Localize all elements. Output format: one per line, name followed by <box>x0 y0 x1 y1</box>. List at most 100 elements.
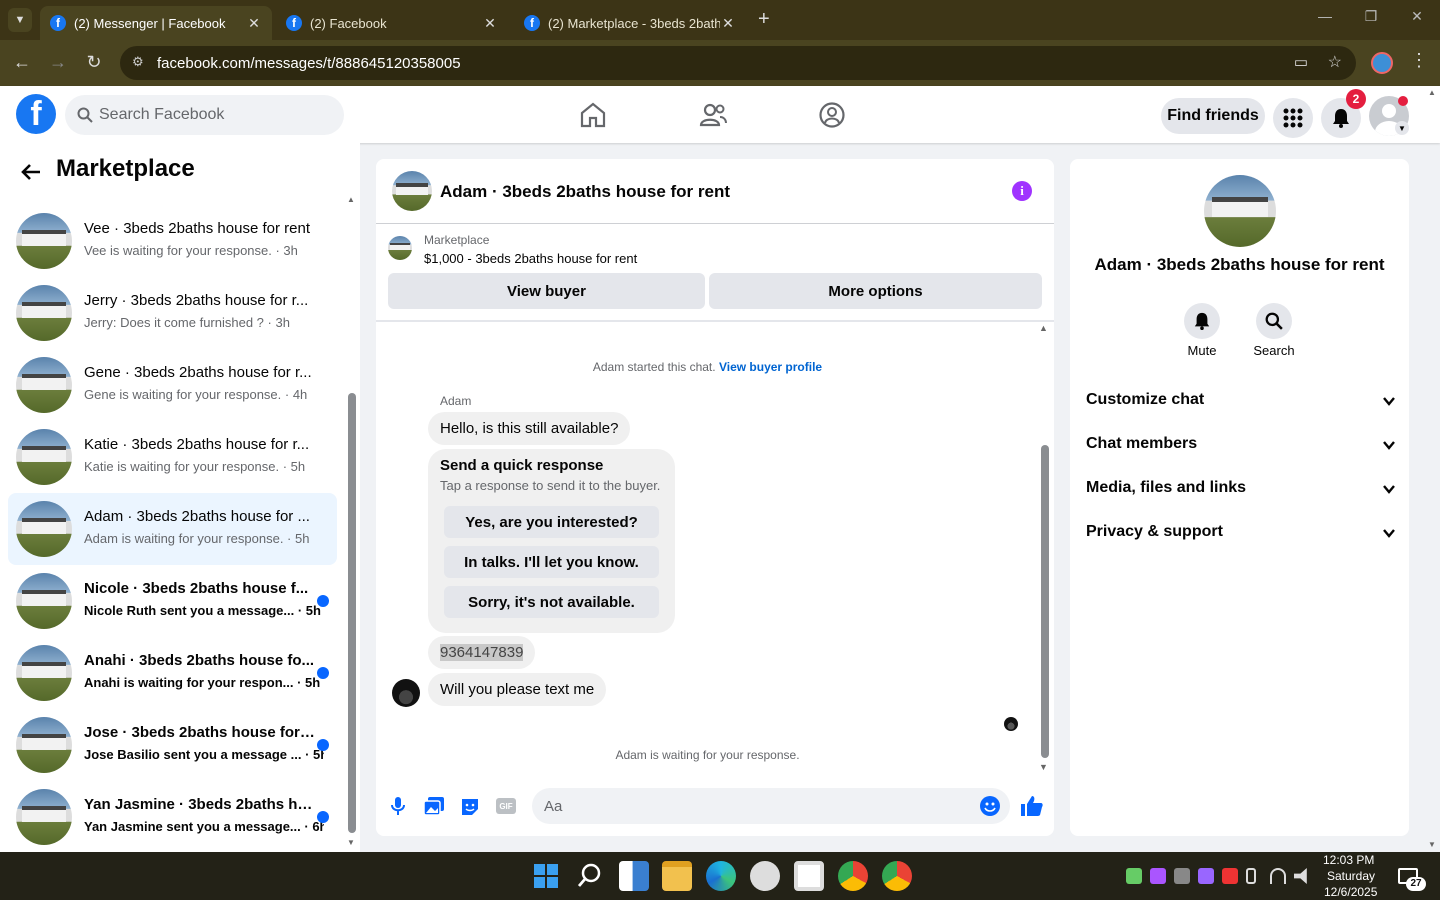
conversation-item[interactable]: Katie · 3beds 2baths house for r... Katie… <box>8 421 337 493</box>
battery-icon[interactable] <box>1246 868 1256 884</box>
photo-icon[interactable] <box>424 797 444 815</box>
back-icon[interactable]: ← <box>10 52 34 73</box>
customize-chat-row[interactable]: Customize chat <box>1086 391 1396 409</box>
conversation-item[interactable]: Yan Jasmine · 3beds 2baths ho... Yan Jasm… <box>8 781 337 852</box>
search-input[interactable]: Search Facebook <box>65 95 344 135</box>
clock-date[interactable]: 12/6/2025 <box>1324 885 1377 899</box>
close-tab-icon[interactable]: ✕ <box>482 15 498 32</box>
chat-scrollbar[interactable] <box>1041 445 1049 758</box>
store-icon[interactable] <box>794 861 824 891</box>
message-bubble[interactable]: 9364147839 <box>428 636 536 669</box>
scrollbar-down-icon[interactable]: ▼ <box>1039 762 1048 772</box>
tab-search-dropdown-icon[interactable]: ▼ <box>8 8 32 32</box>
close-window-icon[interactable]: ✕ <box>1402 8 1432 25</box>
conversation-item[interactable]: Jerry · 3beds 2baths house for r... Jerry… <box>8 277 337 349</box>
app-icon[interactable] <box>750 861 780 891</box>
facebook-logo-icon[interactable]: f <box>16 94 56 134</box>
search-icon[interactable] <box>575 861 605 891</box>
minimize-icon[interactable]: — <box>1310 8 1340 24</box>
widgets-icon[interactable] <box>619 861 649 891</box>
menu-grid-button[interactable] <box>1273 98 1313 138</box>
chrome-profile-icon[interactable] <box>882 861 912 891</box>
tray-icon[interactable] <box>1198 868 1214 884</box>
install-app-icon[interactable]: ▭ <box>1294 53 1308 71</box>
conversation-item[interactable]: Anahi · 3beds 2baths house fo... Anahi is… <box>8 637 337 709</box>
message-bubble[interactable]: Hello, is this still available? <box>428 412 631 445</box>
browser-tab-messenger[interactable]: f (2) Messenger | Facebook ✕ <box>40 6 272 40</box>
conversation-item[interactable]: Vee · 3beds 2baths house for rent Vee is … <box>8 205 337 277</box>
page-scroll-down-icon[interactable]: ▼ <box>1428 840 1436 849</box>
forward-icon[interactable]: → <box>46 52 70 73</box>
clock-day[interactable]: Saturday <box>1327 869 1375 883</box>
view-buyer-button[interactable]: View buyer <box>388 273 705 309</box>
microphone-icon[interactable] <box>390 796 406 816</box>
scrollbar-down-icon[interactable]: ▼ <box>347 838 355 847</box>
quick-response-in-talks[interactable]: In talks. I'll let you know. <box>444 546 659 578</box>
privacy-support-row[interactable]: Privacy & support <box>1086 523 1396 541</box>
edge-icon[interactable] <box>706 861 736 891</box>
message-bubble[interactable]: Will you please text me <box>428 673 607 706</box>
browser-tab-marketplace[interactable]: f (2) Marketplace - 3beds 2baths ✕ <box>514 6 746 40</box>
friends-icon[interactable] <box>698 100 728 130</box>
home-icon[interactable] <box>578 100 608 130</box>
scrollbar-up-icon[interactable]: ▲ <box>1039 323 1048 333</box>
unread-dot <box>317 739 329 751</box>
tray-icon[interactable] <box>1126 868 1142 884</box>
sender-avatar[interactable] <box>392 679 420 707</box>
more-options-button[interactable]: More options <box>709 273 1042 309</box>
chat-avatar[interactable] <box>392 171 432 211</box>
conversation-item[interactable]: Jose · 3beds 2baths house for ... Jose Ba… <box>8 709 337 781</box>
groups-icon[interactable] <box>817 100 847 130</box>
phone-number-text[interactable]: 9364147839 <box>440 644 524 661</box>
find-friends-button[interactable]: Find friends <box>1161 98 1265 134</box>
tray-icon[interactable] <box>1174 868 1190 884</box>
new-tab-icon[interactable]: + <box>758 8 770 31</box>
wifi-icon[interactable] <box>1270 868 1286 884</box>
chevron-down-icon[interactable]: ▼ <box>1395 121 1409 135</box>
emoji-icon[interactable] <box>980 796 1000 816</box>
message-input[interactable]: Aa <box>532 788 1010 824</box>
profile-icon[interactable] <box>1371 52 1393 74</box>
quick-response-yes[interactable]: Yes, are you interested? <box>444 506 659 538</box>
conversation-preview: Nicole Ruth sent you a message... · 5h <box>84 603 321 618</box>
volume-icon[interactable] <box>1294 868 1307 884</box>
sticker-icon[interactable] <box>460 797 480 817</box>
clock-time[interactable]: 12:03 PM <box>1323 853 1374 867</box>
reload-icon[interactable]: ↻ <box>82 52 106 73</box>
windows-start-icon[interactable] <box>531 861 561 891</box>
media-files-links-row[interactable]: Media, files and links <box>1086 479 1396 497</box>
listing-title[interactable]: $1,000 - 3beds 2baths house for rent <box>424 251 637 266</box>
gif-icon[interactable]: GIF <box>496 798 516 814</box>
browser-menu-icon[interactable]: ⋮ <box>1410 50 1428 71</box>
scrollbar-up-icon[interactable]: ▲ <box>347 195 355 204</box>
view-buyer-profile-link[interactable]: View buyer profile <box>719 360 822 374</box>
conversation-avatar[interactable] <box>1204 175 1276 247</box>
listing-thumbnail[interactable] <box>388 236 412 260</box>
quick-response-not-available[interactable]: Sorry, it's not available. <box>444 586 659 618</box>
search-in-chat-button[interactable] <box>1256 303 1292 339</box>
mute-button[interactable] <box>1184 303 1220 339</box>
bookmark-star-icon[interactable]: ☆ <box>1328 52 1342 72</box>
page-scroll-up-icon[interactable]: ▲ <box>1428 88 1436 97</box>
chat-members-row[interactable]: Chat members <box>1086 435 1396 453</box>
info-icon[interactable]: i <box>1012 181 1032 201</box>
site-settings-icon[interactable]: ⚙ <box>132 54 144 70</box>
bell-icon <box>1194 312 1210 330</box>
notification-badge: 2 <box>1346 89 1366 109</box>
chrome-icon[interactable] <box>838 861 868 891</box>
file-explorer-icon[interactable] <box>662 861 692 891</box>
restore-icon[interactable]: ❐ <box>1356 8 1386 25</box>
back-arrow-icon[interactable] <box>20 161 42 183</box>
close-tab-icon[interactable]: ✕ <box>246 15 262 32</box>
conversation-item[interactable]: Gene · 3beds 2baths house for r... Gene i… <box>8 349 337 421</box>
close-tab-icon[interactable]: ✕ <box>720 15 736 32</box>
chat-title[interactable]: Adam · 3beds 2baths house for rent <box>440 182 730 202</box>
tray-icon[interactable] <box>1222 868 1238 884</box>
browser-tab-facebook[interactable]: f (2) Facebook ✕ <box>276 6 508 40</box>
conversation-item[interactable]: Nicole · 3beds 2baths house f... Nicole R… <box>8 565 337 637</box>
left-scrollbar[interactable] <box>348 393 356 833</box>
thumbs-up-icon[interactable] <box>1020 795 1044 817</box>
conversation-item[interactable]: Adam · 3beds 2baths house for ... Adam is… <box>8 493 337 565</box>
tray-icon[interactable] <box>1150 868 1166 884</box>
address-bar[interactable]: ⚙ facebook.com/messages/t/88864512035800… <box>120 46 1356 80</box>
